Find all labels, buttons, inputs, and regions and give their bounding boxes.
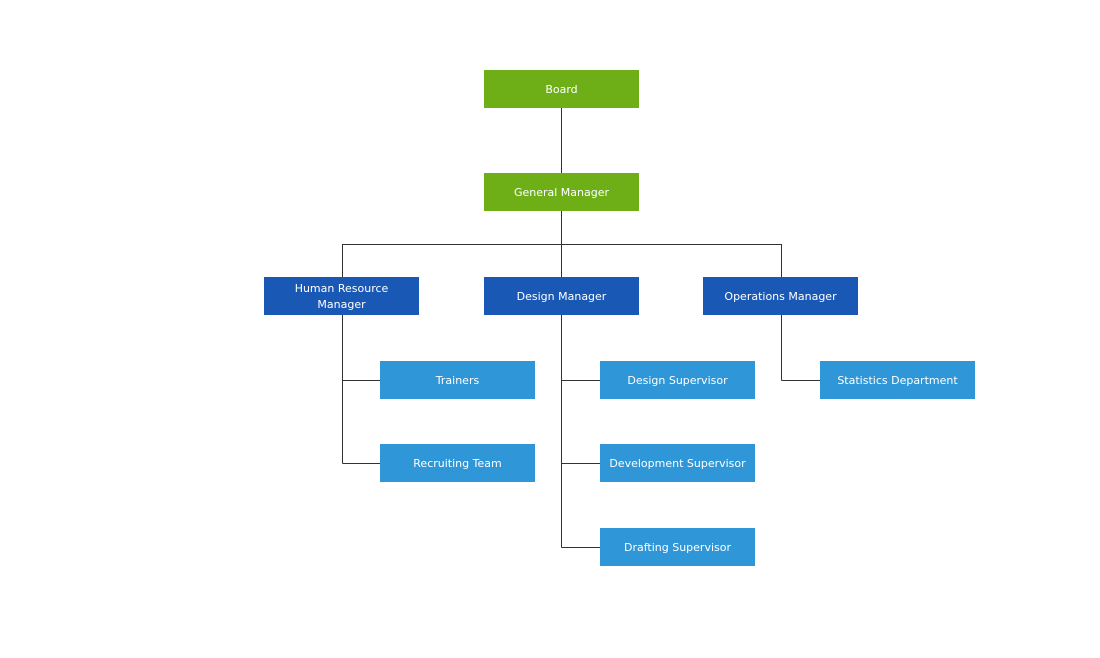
node-board[interactable]: Board <box>484 70 639 108</box>
node-recruiting-team[interactable]: Recruiting Team <box>380 444 535 482</box>
node-general-manager[interactable]: General Manager <box>484 173 639 211</box>
node-statistics-department[interactable]: Statistics Department <box>820 361 975 399</box>
node-label: Recruiting Team <box>413 457 501 470</box>
node-development-supervisor[interactable]: Development Supervisor <box>600 444 755 482</box>
node-design-manager[interactable]: Design Manager <box>484 277 639 315</box>
node-drafting-supervisor[interactable]: Drafting Supervisor <box>600 528 755 566</box>
node-label: Development Supervisor <box>609 457 746 470</box>
node-label: Statistics Department <box>837 374 958 387</box>
node-label-line2: Manager <box>317 298 366 311</box>
node-label: Board <box>545 83 577 96</box>
node-design-supervisor[interactable]: Design Supervisor <box>600 361 755 399</box>
node-label: Operations Manager <box>724 290 837 303</box>
node-hr-manager[interactable]: Human Resource Manager <box>264 277 419 315</box>
node-label: Drafting Supervisor <box>624 541 731 554</box>
node-label: General Manager <box>514 186 610 199</box>
node-label: Design Manager <box>517 290 607 303</box>
node-label: Trainers <box>435 374 480 387</box>
org-chart: Board General Manager Human Resource Man… <box>264 70 975 566</box>
node-label-line1: Human Resource <box>295 282 389 295</box>
node-operations-manager[interactable]: Operations Manager <box>703 277 858 315</box>
node-trainers[interactable]: Trainers <box>380 361 535 399</box>
node-label: Design Supervisor <box>627 374 728 387</box>
